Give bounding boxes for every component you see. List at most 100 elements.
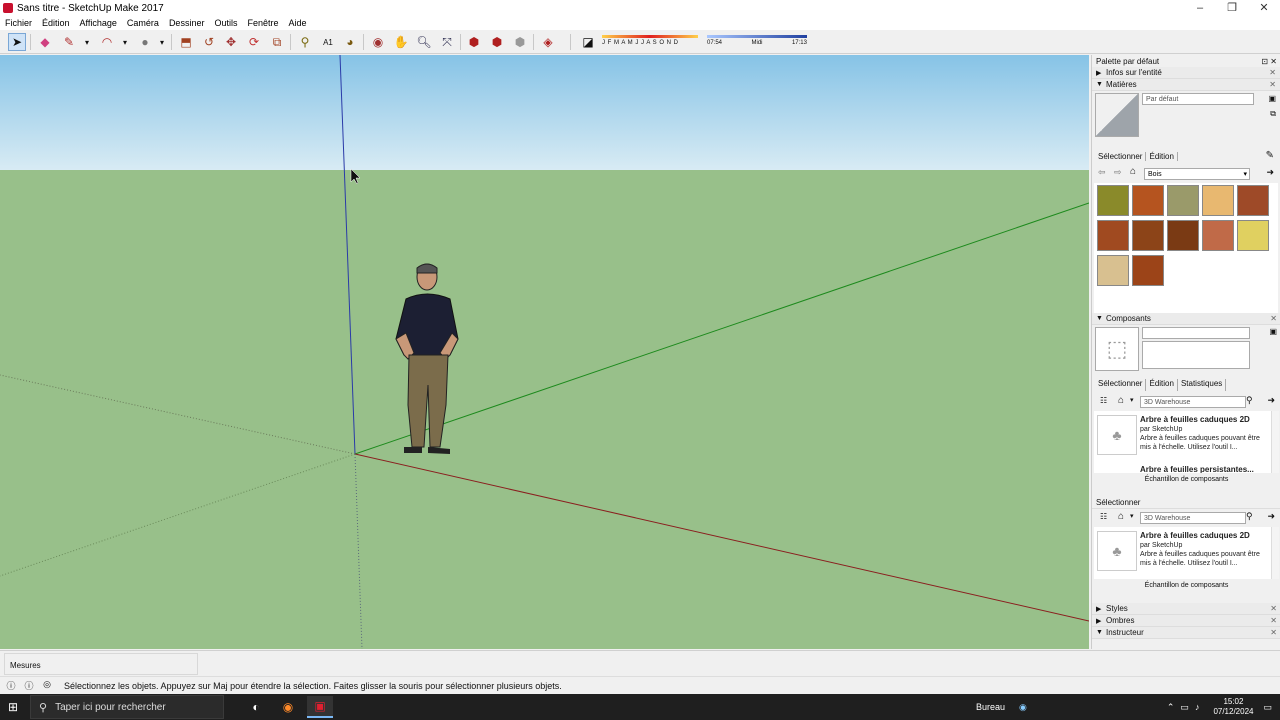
- chevron-up-icon[interactable]: ⌃: [1167, 702, 1175, 713]
- instructor-header[interactable]: ▼ Instructeur ✕: [1092, 627, 1280, 639]
- circle-shape-icon[interactable]: ●: [136, 33, 154, 51]
- ruby-extension-icon[interactable]: ◈: [539, 33, 557, 51]
- taskbar-search-box[interactable]: ⚲ Taper ici pour rechercher: [30, 695, 224, 719]
- view-options-icon[interactable]: ☷: [1100, 512, 1107, 521]
- select-arrow-icon[interactable]: ➤: [8, 33, 26, 51]
- material-swatch[interactable]: [1097, 220, 1129, 251]
- results-scrollbar[interactable]: [1271, 411, 1279, 473]
- measurements-box[interactable]: Mesures: [4, 653, 198, 675]
- components-header[interactable]: ▼ Composants ✕: [1092, 313, 1280, 325]
- tab-edit[interactable]: Édition: [1146, 152, 1178, 161]
- components-search-input[interactable]: 3D Warehouse: [1140, 396, 1246, 408]
- drawing-viewport[interactable]: [0, 55, 1089, 649]
- material-swatch[interactable]: [1167, 185, 1199, 216]
- follow-me-icon[interactable]: ↺: [200, 33, 218, 51]
- material-swatch[interactable]: [1202, 185, 1234, 216]
- windows-start-icon[interactable]: ⊞: [8, 700, 18, 714]
- component-name-field[interactable]: [1142, 327, 1250, 339]
- material-swatch[interactable]: [1237, 185, 1269, 216]
- library-dropdown[interactable]: Bois ▾: [1144, 168, 1250, 180]
- material-name-field[interactable]: Par défaut: [1142, 93, 1254, 105]
- extension-warehouse-icon[interactable]: ⬢: [511, 33, 529, 51]
- close-icon[interactable]: ✕: [1270, 604, 1277, 613]
- navigation-dropdown-icon[interactable]: ▾: [1130, 512, 1134, 520]
- home-icon[interactable]: ⌂: [1118, 395, 1124, 406]
- shadows-toggle-icon[interactable]: ◪: [579, 33, 597, 51]
- user-icon[interactable]: ◎: [40, 679, 54, 693]
- eraser-icon[interactable]: ◆: [36, 33, 54, 51]
- menu-dessiner[interactable]: Dessiner: [169, 18, 205, 28]
- tab-select[interactable]: Sélectionner: [1095, 152, 1147, 161]
- text-tool-icon[interactable]: A1: [319, 33, 337, 51]
- menu-aide[interactable]: Aide: [289, 18, 307, 28]
- styles-header[interactable]: ▶ Styles ✕: [1092, 603, 1280, 615]
- notifications-icon[interactable]: ▭: [1263, 702, 1272, 713]
- sample-components-row[interactable]: Échantillon de composants: [1092, 473, 1280, 487]
- desktop-toolbar-icon[interactable]: ◉: [1019, 702, 1027, 713]
- second-sample-row[interactable]: Échantillon de composants: [1092, 579, 1280, 593]
- entity-info-header[interactable]: ▶ Infos sur l'entité ✕: [1092, 67, 1280, 79]
- system-clock[interactable]: 15:02 07/12/2024: [1213, 697, 1253, 717]
- close-icon[interactable]: ✕: [1269, 80, 1276, 89]
- paint-bucket-icon[interactable]: ◕: [341, 33, 359, 51]
- material-swatch[interactable]: [1132, 255, 1164, 286]
- view-options-icon[interactable]: ☷: [1100, 396, 1107, 405]
- close-icon[interactable]: ✕: [1248, 0, 1280, 16]
- sketchup-taskbar-icon[interactable]: ▣: [307, 696, 333, 718]
- material-swatch[interactable]: [1237, 220, 1269, 251]
- pin-close-icon[interactable]: ⊡ ✕: [1261, 57, 1277, 66]
- push-pull-icon[interactable]: ⬒: [177, 33, 195, 51]
- material-swatch[interactable]: [1132, 185, 1164, 216]
- zoom-extents-icon[interactable]: ⤧: [438, 33, 456, 51]
- scale-icon[interactable]: ⧉: [268, 33, 286, 51]
- details-arrow-icon[interactable]: ➜: [1267, 511, 1275, 522]
- desktop-label[interactable]: Bureau: [976, 702, 1005, 712]
- menu-outils[interactable]: Outils: [214, 18, 237, 28]
- zoom-icon[interactable]: 🔍︎: [415, 33, 433, 51]
- search-icon[interactable]: ⚲: [1246, 395, 1253, 406]
- menu-camera[interactable]: Caméra: [127, 18, 159, 28]
- next-result-item[interactable]: Arbre à feuilles persistantes...: [1140, 465, 1254, 473]
- materials-header[interactable]: ▼ Matières ✕: [1092, 79, 1280, 91]
- close-icon[interactable]: ✕: [1270, 628, 1277, 637]
- shadow-time-slider[interactable]: 07:54 Midi 17:13: [707, 35, 807, 51]
- tree-thumbnail[interactable]: ♣: [1097, 415, 1137, 455]
- tab-edit[interactable]: Édition: [1146, 379, 1178, 391]
- shape-dropdown-icon[interactable]: ▾: [153, 33, 171, 51]
- material-swatch[interactable]: [1202, 220, 1234, 251]
- material-swatch[interactable]: [1167, 220, 1199, 251]
- eyedropper-icon[interactable]: ✎: [1266, 150, 1274, 161]
- tab-select[interactable]: Sélectionner: [1095, 379, 1147, 391]
- edge-browser-icon[interactable]: ◐: [243, 696, 269, 718]
- menu-affichage[interactable]: Affichage: [80, 18, 117, 28]
- material-swatch[interactable]: [1132, 220, 1164, 251]
- geolocation-icon[interactable]: ⓘ: [4, 679, 18, 693]
- credits-icon[interactable]: ⓘ: [22, 679, 36, 693]
- pencil-line-icon[interactable]: ✎: [60, 33, 78, 51]
- warehouse-icon[interactable]: ⬢: [465, 33, 483, 51]
- share-model-icon[interactable]: ⬢: [488, 33, 506, 51]
- network-icon[interactable]: ▭: [1180, 702, 1189, 713]
- close-icon[interactable]: ✕: [1270, 616, 1277, 625]
- forward-arrow-icon[interactable]: ⇨: [1114, 167, 1122, 178]
- details-arrow-icon[interactable]: ➜: [1267, 395, 1275, 406]
- menu-fenetre[interactable]: Fenêtre: [247, 18, 278, 28]
- orbit-icon[interactable]: ◉: [369, 33, 387, 51]
- tree-thumbnail[interactable]: ♣: [1097, 531, 1137, 571]
- firefox-icon[interactable]: ◉: [275, 696, 301, 718]
- sample-paint-icon[interactable]: ⧉: [1270, 109, 1276, 119]
- shadows-header[interactable]: ▶ Ombres ✕: [1092, 615, 1280, 627]
- home-icon[interactable]: ⌂: [1130, 166, 1136, 177]
- component-description-field[interactable]: [1142, 341, 1250, 369]
- material-swatch[interactable]: [1097, 185, 1129, 216]
- back-arrow-icon[interactable]: ⇦: [1098, 167, 1106, 178]
- component-details-icon[interactable]: ▣: [1269, 327, 1277, 336]
- second-search-input[interactable]: 3D Warehouse: [1140, 512, 1246, 524]
- rotate-icon[interactable]: ⟳: [245, 33, 263, 51]
- create-material-icon[interactable]: ▣: [1268, 94, 1276, 103]
- home-icon[interactable]: ⌂: [1118, 511, 1124, 522]
- tab-statistics[interactable]: Statistiques: [1178, 379, 1227, 391]
- search-icon[interactable]: ⚲: [1246, 511, 1253, 522]
- line-dropdown-icon[interactable]: ▾: [78, 33, 96, 51]
- minimize-icon[interactable]: –: [1184, 0, 1216, 16]
